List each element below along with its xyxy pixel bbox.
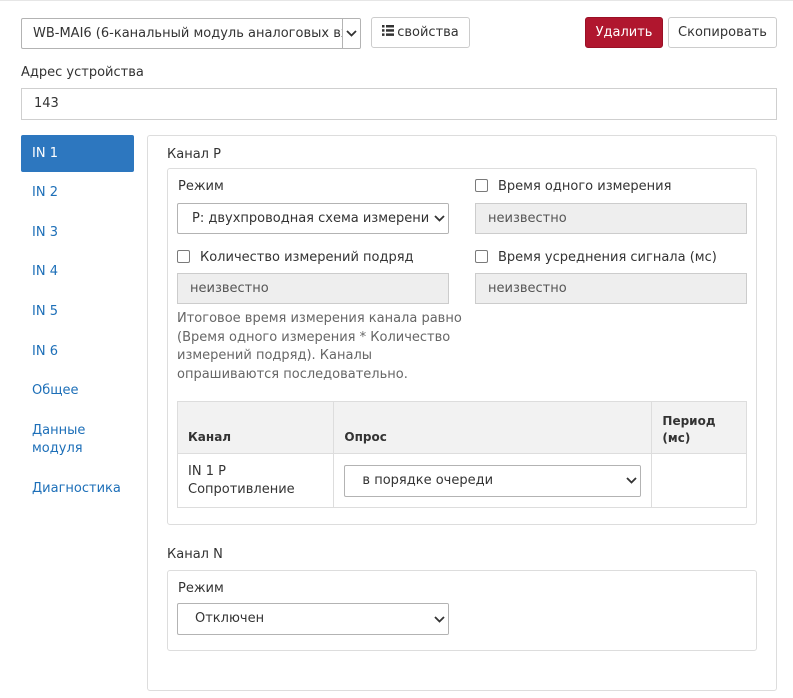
row-channel-id: IN 1 P [188, 463, 226, 479]
chevron-down-icon [430, 204, 448, 233]
chevron-down-icon [342, 19, 360, 48]
device-model-select[interactable]: WB-MAI6 (6-канальный модуль аналоговых в… [21, 18, 361, 49]
channel-p-mode-value: P: двухпроводная схема измерения [192, 211, 438, 226]
channel-n-mode-label: Режим [178, 581, 224, 596]
row-channel-cell: IN 1 P Сопротивление [176, 453, 335, 508]
top-border [0, 0, 793, 8]
poll-mode-select[interactable]: в порядке очереди [344, 464, 642, 497]
row-poll-cell: в порядке очереди [333, 453, 653, 508]
help-line: (Время одного измерения * Количество [177, 329, 451, 345]
sidebar-item-in4[interactable]: IN 4 [21, 263, 134, 281]
sidebar-item-in2[interactable]: IN 2 [21, 184, 134, 202]
avg-time-label: Время усреднения сигнала (мс) [498, 250, 717, 265]
period-header-unit: (мс) [662, 431, 691, 445]
sidebar-item-in5[interactable]: IN 5 [21, 303, 134, 321]
sidebar-item-in1[interactable]: IN 1 [21, 135, 134, 172]
properties-button[interactable]: свойства [371, 17, 470, 48]
address-input[interactable]: 143 [21, 88, 777, 120]
count-input[interactable]: неизвестно [177, 273, 449, 304]
channel-poll-table: Канал Опрос Период (мс) IN 1 P Сопротивл… [176, 401, 747, 508]
period-header-line: Период [662, 414, 716, 428]
channel-n-title: Канал N [167, 547, 223, 562]
help-line: опрашиваются последовательно. [177, 366, 408, 382]
sidebar-item-in6[interactable]: IN 6 [21, 343, 134, 361]
sidebar-item-in3[interactable]: IN 3 [21, 224, 134, 242]
table-header-row: Канал Опрос Период (мс) [176, 401, 747, 454]
channel-n-mode-select[interactable]: Отключен [177, 603, 449, 635]
chevron-down-icon [622, 465, 641, 496]
avg-time-input[interactable]: неизвестно [475, 273, 747, 304]
channel-p-mode-label: Режим [178, 179, 224, 194]
delete-button[interactable]: Удалить [585, 17, 663, 48]
avg-time-checkbox[interactable] [475, 250, 488, 263]
device-model-value: WB-MAI6 (6-канальный модуль аналоговых в… [33, 26, 360, 41]
channel-p-title: Канал P [167, 147, 221, 162]
column-header-period: Период (мс) [651, 401, 747, 454]
count-label: Количество измерений подряд [200, 250, 414, 265]
table-row: IN 1 P Сопротивление в порядке очереди [176, 453, 747, 508]
copy-button[interactable]: Скопировать [668, 17, 777, 48]
poll-mode-value: в порядке очереди [362, 472, 494, 488]
count-checkbox[interactable] [177, 250, 190, 263]
channel-p-mode-select[interactable]: P: двухпроводная схема измерения [177, 203, 449, 234]
sidebar-item-diagnostics[interactable]: Диагностика [21, 480, 134, 498]
column-header-poll: Опрос [333, 401, 653, 454]
column-header-channel: Канал [176, 401, 335, 454]
device-config-page: WB-MAI6 (6-канальный модуль аналоговых в… [0, 0, 793, 698]
help-line: измерений подряд). Каналы [177, 348, 373, 363]
address-label: Адрес устройства [21, 65, 144, 80]
chevron-down-icon [430, 604, 448, 634]
sidebar-item-general[interactable]: Общее [21, 382, 134, 400]
single-time-label: Время одного измерения [498, 179, 672, 194]
row-channel-type: Сопротивление [188, 481, 295, 497]
sidebar-item-module-data[interactable]: Данные модуля [21, 422, 111, 458]
list-icon [382, 18, 395, 47]
properties-label: свойства [397, 25, 459, 40]
measurement-help-text: Итоговое время измерения канала равно (В… [177, 310, 467, 384]
single-time-checkbox[interactable] [475, 179, 488, 192]
row-period-cell [651, 453, 747, 508]
single-time-input[interactable]: неизвестно [475, 203, 747, 234]
channel-n-mode-value: Отключен [195, 611, 265, 626]
help-line: Итоговое время измерения канала равно [177, 311, 462, 326]
